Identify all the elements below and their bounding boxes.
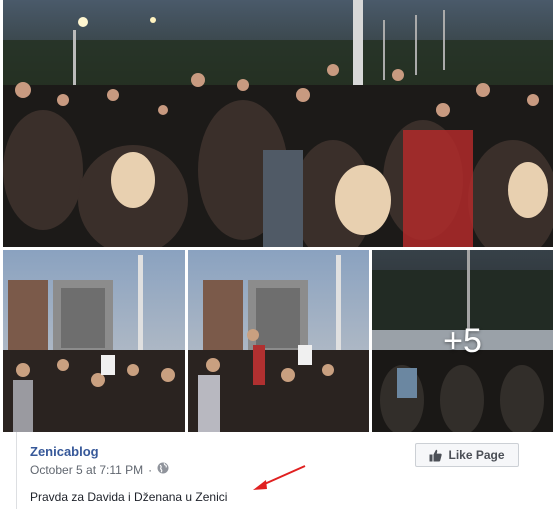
post-meta: October 5 at 7:11 PM · [30,462,169,477]
page-name-link[interactable]: Zenicablog [30,444,99,459]
like-page-label: Like Page [448,448,505,462]
crowd-building-image [188,250,369,432]
crowd-building-image [3,250,185,432]
photo-thumb-1[interactable] [3,250,185,432]
more-photos-count[interactable]: +5 [372,250,553,432]
photo-thumb-3[interactable]: +5 [372,250,553,432]
red-arrow-annotation [253,465,306,490]
photo-grid: +5 [0,0,553,432]
post-timestamp[interactable]: October 5 at 7:11 PM [30,463,143,477]
like-page-button[interactable]: Like Page [415,443,519,467]
protest-crowd-image [3,0,553,247]
globe-icon[interactable] [157,462,169,477]
meta-separator: · [148,462,153,477]
post-caption: Pravda za Davida i Dženana u Zenici [30,490,228,504]
thumbs-up-icon [429,449,443,461]
photo-main[interactable] [3,0,553,247]
photo-thumb-2[interactable] [188,250,369,432]
